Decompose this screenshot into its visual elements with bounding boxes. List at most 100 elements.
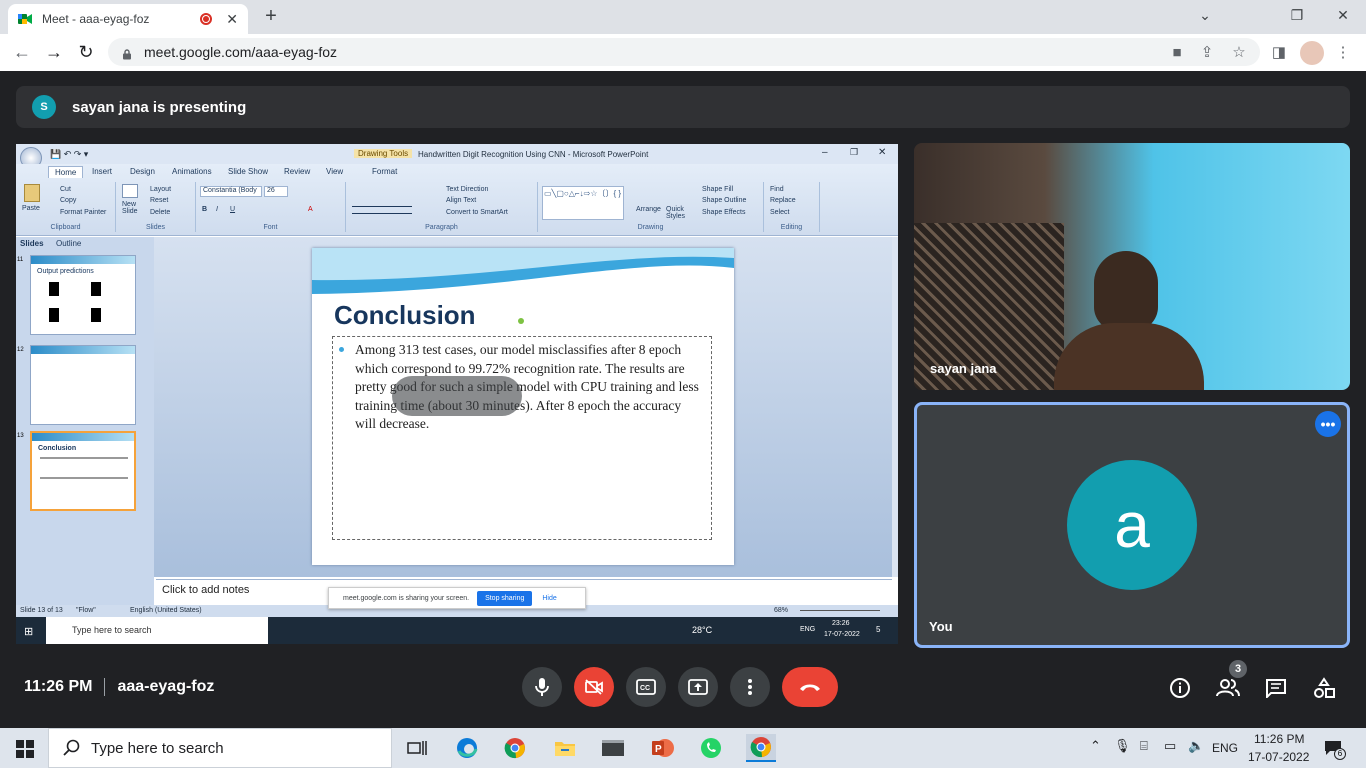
paste-icon[interactable] [24,184,40,202]
browser-tab-meet[interactable]: Meet - aaa-eyag-foz ✕ [8,4,248,34]
rotate-handle[interactable] [518,318,524,324]
align-buttons[interactable] [352,206,412,214]
zoom-slider[interactable] [800,610,880,611]
align-text-button[interactable]: Align Text [446,197,476,204]
captions-button[interactable]: CC [626,667,666,707]
ribbon-tab-format[interactable]: Format [366,166,403,177]
slides-pane-tab[interactable]: Slides [20,239,44,248]
restore-window-icon[interactable]: ❐ [1274,4,1320,28]
bold-icon[interactable]: B [202,206,207,213]
new-tab-button[interactable]: + [260,6,282,28]
microphone-button[interactable] [522,667,562,707]
present-screen-button[interactable] [678,667,718,707]
font-name-box[interactable]: Constantia (Body [200,186,262,197]
arrange-button[interactable]: Arrange [636,206,661,213]
network-icon[interactable]: ⌸ [1140,738,1148,754]
find-button[interactable]: Find [770,186,784,193]
share-page-icon[interactable]: ⇪ [1198,44,1216,62]
ppt-close-icon[interactable]: ✕ [878,147,886,158]
clock-date[interactable]: 17-07-2022 [1248,750,1309,764]
text-direction-button[interactable]: Text Direction [446,186,488,193]
ribbon-tab-insert[interactable]: Insert [86,166,118,177]
paste-label[interactable]: Paste [22,205,40,212]
participant-tile-sayan[interactable]: sayan jana [914,143,1350,390]
layout-button[interactable]: Layout [150,186,171,193]
outline-pane-tab[interactable]: Outline [56,239,81,248]
convert-smartart-button[interactable]: Convert to SmartArt [446,209,508,216]
select-button[interactable]: Select [770,209,789,216]
input-language[interactable]: ENG [1212,741,1238,755]
slide-thumbnail-12[interactable] [30,345,136,425]
more-options-button[interactable]: ••• [1315,411,1341,437]
chrome-meet-active-icon[interactable] [746,734,776,762]
ribbon-tab-slideshow[interactable]: Slide Show [222,166,274,177]
cut-button[interactable]: Cut [60,186,71,193]
camera-off-button[interactable] [574,667,614,707]
taskbar-search-box[interactable]: Type here to search [48,728,392,768]
shape-outline-button[interactable]: Shape Outline [702,197,746,204]
clock-time[interactable]: 11:26 PM [1254,732,1304,746]
ribbon-tab-view[interactable]: View [320,166,349,177]
camera-in-use-icon[interactable]: ■ [1168,44,1186,62]
font-color-icon[interactable]: A [308,206,313,213]
close-window-icon[interactable]: ✕ [1320,4,1366,28]
more-options-meet-button[interactable] [730,667,770,707]
task-view-icon[interactable] [402,734,432,762]
tab-search-icon[interactable]: ⌄ [1182,4,1228,28]
hide-banner-button[interactable]: Hide [542,595,556,602]
inner-start-icon[interactable]: ⊞ [24,625,36,638]
back-icon[interactable]: ← [10,40,34,64]
notification-center[interactable]: 6 [1324,740,1346,760]
ribbon-tab-design[interactable]: Design [124,166,161,177]
tab-close-icon[interactable]: ✕ [226,11,238,28]
whatsapp-icon[interactable] [696,734,726,762]
inner-search-box[interactable]: Type here to search [46,617,268,644]
ppt-restore-icon[interactable]: ❐ [850,147,858,158]
quick-styles-button[interactable]: Quick Styles [666,206,692,220]
microphone-tray-icon[interactable]: 🎙 [1114,738,1131,754]
shape-fill-button[interactable]: Shape Fill [702,186,733,193]
inner-notification-icon[interactable]: 5 [876,625,880,634]
activities-button[interactable] [1312,676,1336,700]
participant-tile-you[interactable]: ••• a You [914,402,1350,648]
battery-icon[interactable]: ▭ [1164,738,1176,754]
format-painter-button[interactable]: Format Painter [60,209,106,216]
ribbon-tab-review[interactable]: Review [278,166,316,177]
edge-browser-icon[interactable] [452,734,482,762]
chrome-icon[interactable] [500,734,530,762]
slide-title[interactable]: Conclusion [334,300,476,331]
people-button[interactable] [1216,676,1240,700]
italic-icon[interactable]: I [216,206,218,213]
volume-icon[interactable]: 🔈 [1188,738,1204,754]
address-bar[interactable]: meet.google.com/aaa-eyag-foz [108,38,1260,66]
show-hidden-icons[interactable]: ⌃ [1090,738,1101,754]
forward-icon[interactable]: → [42,40,66,64]
slide-thumbnail-13[interactable]: Conclusion [30,431,136,511]
stop-sharing-button[interactable]: Stop sharing [477,590,533,606]
delete-button[interactable]: Delete [150,209,170,216]
new-slide-icon[interactable] [122,184,138,198]
ppt-minimize-icon[interactable]: – [822,147,828,158]
bookmark-star-icon[interactable]: ☆ [1230,44,1248,62]
slide-thumbnail-11[interactable]: Output predictions [30,255,136,335]
windows-start-button[interactable] [16,740,34,763]
leave-call-button[interactable] [782,667,838,707]
shapes-gallery[interactable]: ▭╲▢○△⌐↓⇨☆〔〕{ } [542,186,624,220]
copy-button[interactable]: Copy [60,197,76,204]
underline-icon[interactable]: U [230,206,235,213]
reset-button[interactable]: Reset [150,197,168,204]
chat-button[interactable] [1264,676,1288,700]
meeting-details-button[interactable] [1168,676,1192,700]
terminal-icon[interactable] [598,734,628,762]
profile-avatar[interactable] [1300,41,1324,65]
chrome-menu-icon[interactable]: ⋮ [1334,44,1352,62]
file-explorer-icon[interactable] [550,734,580,762]
replace-button[interactable]: Replace [770,197,796,204]
current-slide[interactable]: Conclusion Among 313 test cases, our mod… [312,248,734,565]
shape-effects-button[interactable]: Shape Effects [702,209,745,216]
ribbon-tab-animations[interactable]: Animations [166,166,218,177]
powerpoint-icon[interactable]: P [648,734,678,762]
vertical-scrollbar[interactable] [892,237,898,577]
reload-icon[interactable]: ↻ [74,40,98,64]
font-size-box[interactable]: 26 [264,186,288,197]
